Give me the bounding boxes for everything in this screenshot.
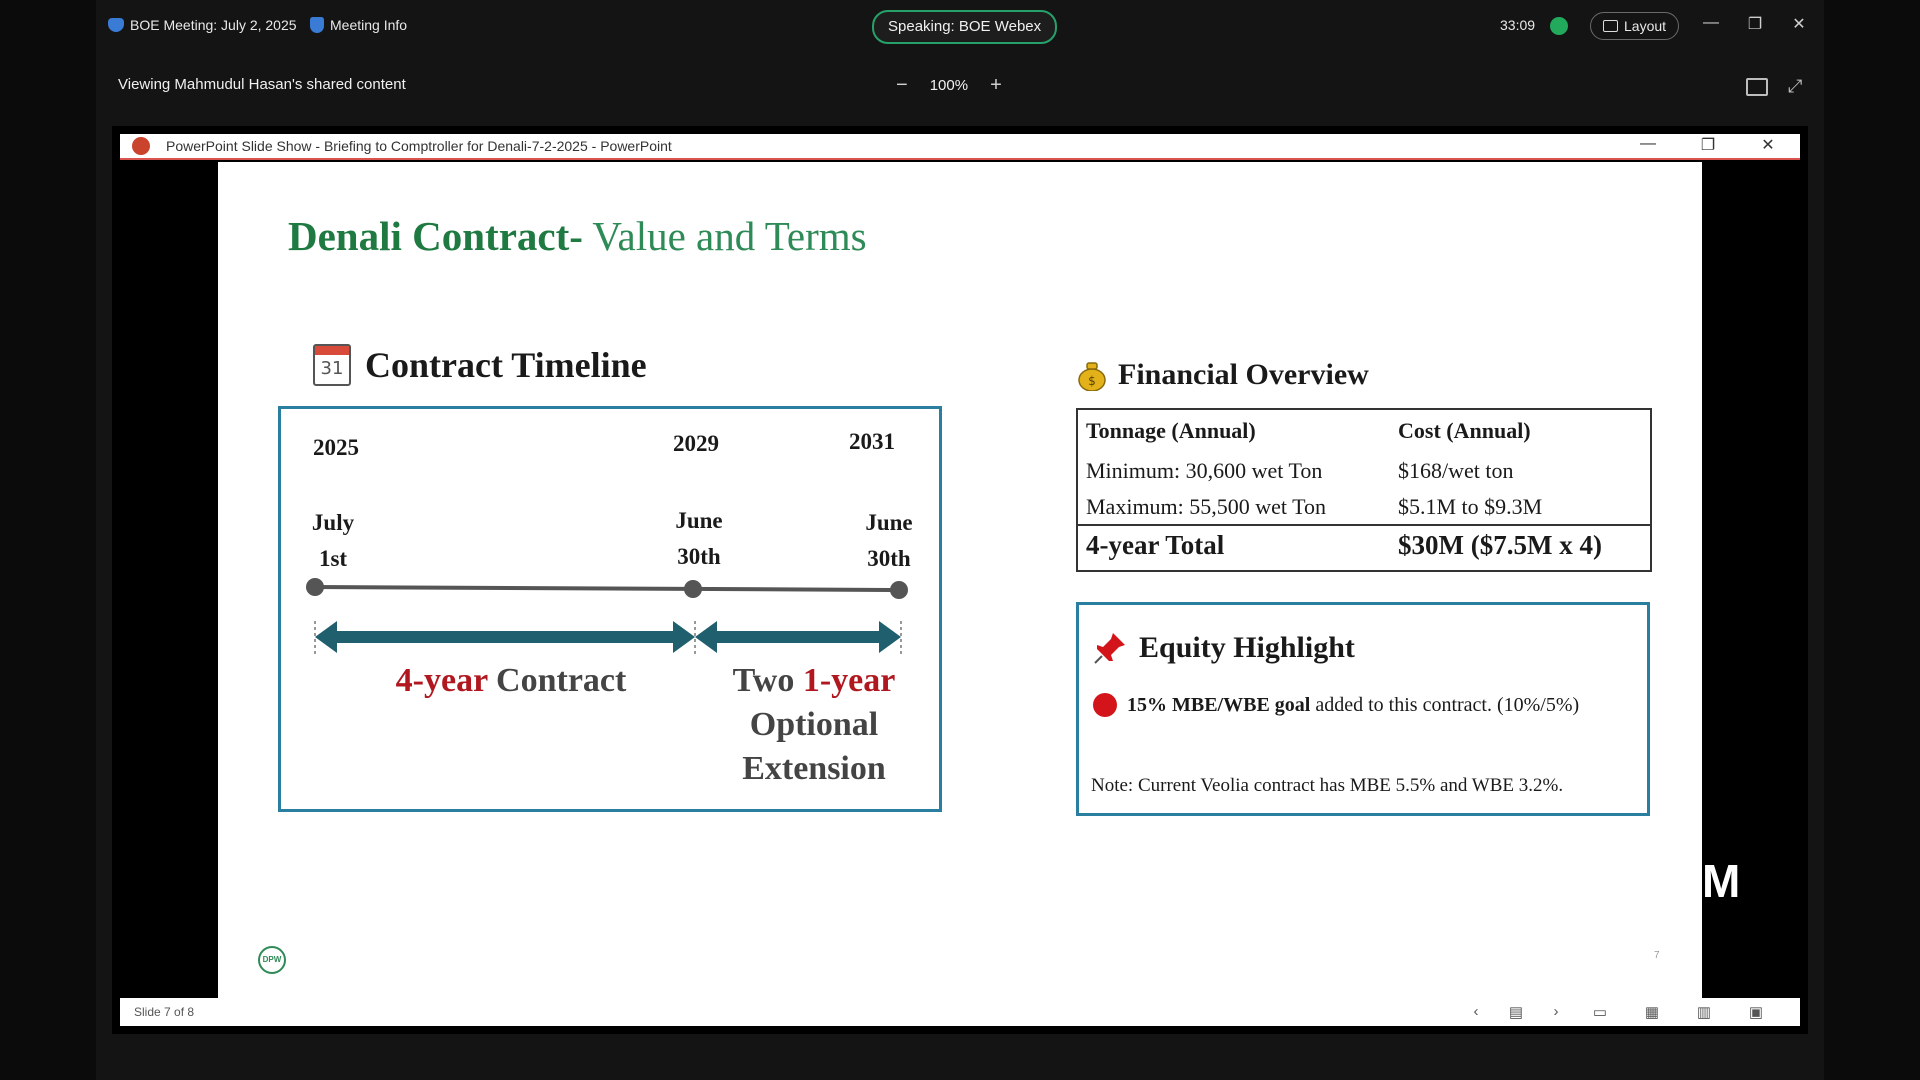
contract-label: 4-year Contract <box>395 662 627 699</box>
table-header-tonnage: Tonnage (Annual) <box>1086 418 1256 443</box>
timeline-dot-start <box>306 578 324 596</box>
shield-icon <box>310 17 324 33</box>
financial-table: Tonnage (Annual) Cost (Annual) Minimum: … <box>1076 408 1652 572</box>
timeline-dot-mid <box>684 580 702 598</box>
zoom-level[interactable]: 100% <box>930 77 968 94</box>
table-divider <box>1078 524 1650 526</box>
table-header-cost: Cost (Annual) <box>1398 418 1531 443</box>
slideshow-statusbar: Slide 7 of 8 ‹ ▤ › ▭ ▦ ▥ ▣ <box>120 998 1800 1026</box>
meeting-title[interactable]: BOE Meeting: July 2, 2025 <box>108 17 297 33</box>
slide: Denali Contract- Value and Terms 31 Cont… <box>218 162 1702 998</box>
timeline-heading: 31 Contract Timeline <box>313 344 647 386</box>
fullscreen-icon[interactable]: ⤢ <box>1788 76 1802 97</box>
svg-text:$: $ <box>1088 374 1096 388</box>
table-cell: $5.1M to $9.3M <box>1398 494 1543 519</box>
dpw-logo: DPW <box>258 946 286 974</box>
layout-button[interactable]: Layout <box>1590 12 1680 40</box>
slide-page-number: 7 <box>1654 950 1660 961</box>
meeting-info-button[interactable]: Meeting Info <box>310 17 407 33</box>
equity-goal: 15% MBE/WBE goal added to this contract.… <box>1093 693 1579 717</box>
share-toolbar: Viewing Mahmudul Hasan's shared content … <box>96 68 1824 104</box>
normal-view-icon[interactable]: ▭ <box>1590 1003 1610 1021</box>
ppt-close-button[interactable]: ✕ <box>1758 135 1778 155</box>
meeting-timer: 33:09 <box>1500 17 1536 33</box>
slide-sorter-icon[interactable]: ▦ <box>1642 1003 1662 1021</box>
webex-topbar: BOE Meeting: July 2, 2025 Meeting Info S… <box>96 0 1824 52</box>
powerpoint-icon <box>132 137 150 155</box>
extension-label: Two 1-year Optional Extension <box>732 662 896 787</box>
next-slide-icon[interactable]: › <box>1546 1003 1566 1020</box>
table-cell: Maximum: 55,500 wet Ton <box>1086 494 1327 519</box>
close-button[interactable]: ✕ <box>1788 14 1810 34</box>
speaking-indicator: Speaking: BOE Webex <box>872 10 1058 44</box>
slideshow-view-icon[interactable]: ▣ <box>1746 1003 1766 1021</box>
zoom-in-button[interactable]: + <box>990 74 1002 97</box>
zoom-controls: − 100% + <box>896 74 1002 97</box>
slide-title: Denali Contract- Value and Terms <box>288 213 867 259</box>
slide-counter: Slide 7 of 8 <box>134 1005 195 1019</box>
total-label: 4-year Total <box>1086 530 1225 560</box>
timeline-dot-end <box>890 581 908 599</box>
minimize-button[interactable]: — <box>1700 14 1722 32</box>
previous-slide-icon[interactable]: ‹ <box>1466 1003 1486 1020</box>
notes-icon[interactable]: ▤ <box>1506 1003 1526 1021</box>
ppt-minimize-button[interactable]: — <box>1638 135 1658 153</box>
webex-logo-icon <box>108 18 124 32</box>
contract-arrow <box>315 621 695 653</box>
money-bag-icon: $ <box>1078 362 1106 391</box>
timeline-line <box>314 585 900 592</box>
powerpoint-window-title: PowerPoint Slide Show - Briefing to Comp… <box>166 138 672 154</box>
pushpin-icon <box>1094 633 1125 664</box>
connection-status-icon <box>1550 17 1568 35</box>
overlay-text: M <box>1702 855 1741 907</box>
restore-button[interactable]: ❐ <box>1744 14 1766 34</box>
shared-content-area: PowerPoint Slide Show - Briefing to Comp… <box>112 126 1808 1034</box>
zoom-out-button[interactable]: − <box>896 74 908 97</box>
equity-box: Equity Highlight 15% MBE/WBE goal added … <box>1076 602 1650 816</box>
equity-note: Note: Current Veolia contract has MBE 5.… <box>1091 775 1564 796</box>
reading-view-icon[interactable]: ▥ <box>1694 1003 1714 1021</box>
pop-out-icon[interactable] <box>1746 78 1768 96</box>
total-value: $30M ($7.5M x 4) <box>1398 530 1602 560</box>
equity-heading: Equity Highlight <box>1093 631 1355 665</box>
table-cell: Minimum: 30,600 wet Ton <box>1086 458 1323 483</box>
calendar-icon: 31 <box>313 344 351 386</box>
powerpoint-titlebar: PowerPoint Slide Show - Briefing to Comp… <box>120 134 1800 160</box>
viewing-label: Viewing Mahmudul Hasan's shared content <box>118 76 406 93</box>
financial-heading: $ Financial Overview <box>1078 358 1369 392</box>
ppt-restore-button[interactable]: ❐ <box>1698 135 1718 155</box>
table-cell: $168/wet ton <box>1398 458 1514 483</box>
red-bullet-icon <box>1093 693 1117 717</box>
timeline-box: 2025 2029 2031 July 1st June 30th June 3… <box>278 406 942 812</box>
extension-arrow <box>695 621 901 653</box>
layout-icon <box>1603 20 1618 32</box>
